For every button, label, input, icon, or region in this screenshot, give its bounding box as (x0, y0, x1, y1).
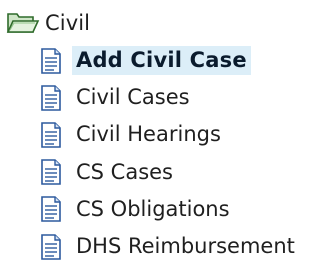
tree-item-label: Add Civil Case (72, 46, 251, 76)
document-icon (40, 195, 62, 223)
tree-item-cs-obligations[interactable]: CS Obligations (40, 191, 330, 228)
tree-item-cs-cases[interactable]: CS Cases (40, 154, 330, 191)
tree-node-civil[interactable]: Civil (6, 8, 90, 38)
tree-item-civil-cases[interactable]: Civil Cases (40, 79, 330, 116)
open-folder-icon[interactable] (6, 9, 40, 37)
tree-item-label: CS Obligations (76, 196, 230, 221)
tree-children: Add Civil Case Civil Cases Civil Hearing… (40, 42, 330, 265)
tree-item-label: CS Cases (76, 159, 174, 184)
tree-item-label: Civil Hearings (76, 122, 221, 147)
tree-item-label: Civil Cases (76, 85, 190, 110)
tree-item-civil-hearings[interactable]: Civil Hearings (40, 116, 330, 153)
document-icon (40, 233, 62, 261)
document-icon (40, 47, 62, 75)
tree-node-label: Civil (45, 11, 91, 35)
document-icon (40, 84, 62, 112)
tree-item-add-civil-case[interactable]: Add Civil Case (40, 42, 330, 79)
document-icon (40, 121, 62, 149)
document-icon (40, 158, 62, 186)
navigation-tree: Civil Add Civil Case Civil Cases Civil H… (0, 0, 333, 266)
tree-item-dhs-reimbursement[interactable]: DHS Reimbursement (40, 228, 330, 265)
tree-item-label: DHS Reimbursement (76, 234, 295, 259)
